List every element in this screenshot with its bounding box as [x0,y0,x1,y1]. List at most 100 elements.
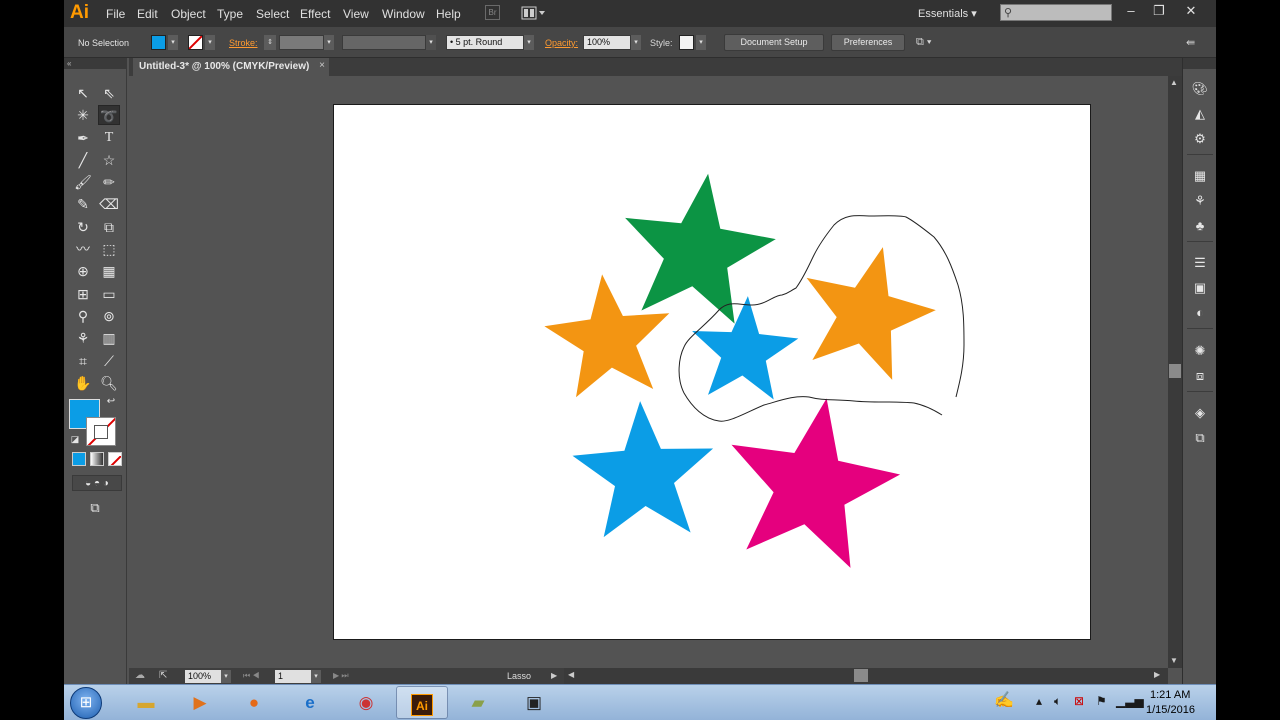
workspace-switcher[interactable]: Essentials ▾ [918,7,977,20]
close-window-button[interactable]: ✕ [1178,2,1204,20]
taskbar-recorder[interactable]: ▣ [508,686,560,719]
security-icon[interactable]: ⚑ [1096,694,1107,708]
drawing-modes-icon[interactable]: ◒ ◓ ◑ [72,475,122,491]
magenta-star[interactable] [731,398,901,568]
clock-date[interactable]: 1/15/2016 [1146,704,1195,716]
preferences-button[interactable]: Preferences [831,34,905,51]
pencil-tool-icon[interactable]: ✏ [98,172,120,192]
stroke-panel-icon[interactable]: ☰ [1190,253,1210,273]
scroll-up-icon[interactable]: ▲ [1170,78,1178,87]
panel-dock-collapse-bar[interactable] [1183,58,1216,69]
warp-tool-icon[interactable]: 〰 [72,239,94,259]
swatches-icon[interactable]: ▦ [1190,166,1210,186]
menu-select[interactable]: Select [256,7,289,21]
minimize-button[interactable]: – [1118,2,1144,20]
zoom-tool-icon[interactable]: 🔍︎ [98,373,120,393]
artboard-tool-icon[interactable]: ⌗ [72,351,94,371]
artboards-icon[interactable]: ⧉ [1190,428,1210,448]
taskbar-illustrator[interactable]: Ai [396,686,448,719]
style-dropdown[interactable]: ▾ [696,35,706,50]
symbol-sprayer-tool-icon[interactable]: ⚘ [72,328,94,348]
help-search-input[interactable]: ⚲ [1000,4,1112,21]
maximize-button[interactable]: ❐ [1146,2,1172,20]
scroll-left-icon[interactable]: ◀ [568,670,574,679]
signal-icon[interactable]: ▁▃▅ [1116,694,1144,708]
gradient-mode-button[interactable] [90,452,104,466]
vertical-scroll-thumb[interactable] [1169,364,1181,378]
paintbrush-tool-icon[interactable]: 🖌 [72,172,94,192]
blue-star-center[interactable] [692,296,799,400]
taskbar-explorer[interactable]: ▬ [120,686,172,719]
color-guide-icon[interactable]: 🎨︎ [1190,79,1210,99]
scale-tool-icon[interactable]: ⧉ [98,217,120,237]
type-tool-icon[interactable]: T [98,128,120,148]
first-artboard-icon[interactable]: ⏮ ◀ [243,671,260,681]
none-mode-button[interactable] [108,452,122,466]
menu-help[interactable]: Help [436,7,461,21]
graphic-styles-icon[interactable]: ⧈ [1190,366,1210,386]
taskbar-chrome[interactable]: ◉ [340,686,392,719]
arrange-documents-button[interactable] [521,6,547,20]
start-button[interactable]: ⊞ [70,687,102,719]
cloud-sync-icon[interactable]: ☁ [135,670,145,681]
artboard-number-field[interactable]: 1 [275,670,311,683]
stroke-dropdown[interactable]: ▾ [205,35,215,50]
artboard-dropdown[interactable]: ▾ [311,670,321,683]
network-error-icon[interactable]: ⊠ [1074,694,1084,708]
default-fill-stroke-icon[interactable]: ◪ [68,432,82,446]
transparency-icon[interactable]: ◐ [1190,303,1210,323]
status-menu-icon[interactable]: ▶ [551,671,557,680]
column-graph-tool-icon[interactable]: ▥ [98,328,120,348]
menu-file[interactable]: File [106,7,125,21]
menu-window[interactable]: Window [382,7,425,21]
opacity-dropdown[interactable]: ▾ [631,35,641,50]
clock-time[interactable]: 1:21 AM [1150,689,1190,701]
blue-star-bottom[interactable] [572,401,714,538]
canvas-area[interactable] [128,76,1168,668]
document-setup-button[interactable]: Document Setup [724,34,824,51]
hand-tool-icon[interactable]: ✋ [72,373,94,393]
fill-dropdown[interactable]: ▾ [168,35,178,50]
document-tab[interactable]: Untitled-3* @ 100% (CMYK/Preview) × [133,58,329,76]
brush-definition-field[interactable]: • 5 pt. Round [446,35,524,50]
green-star[interactable] [625,173,776,324]
taskbar-firefox[interactable]: ● [228,686,280,719]
opacity-label[interactable]: Opacity: [545,38,578,48]
recolor-icon[interactable]: ⚙ [1190,129,1210,149]
graphic-style-swatch[interactable] [679,35,694,50]
symbols-icon[interactable]: ♣ [1190,216,1210,236]
volume-icon[interactable]: 🔈︎ [1054,694,1061,709]
export-icon[interactable]: ⇱ [159,670,167,681]
line-segment-tool-icon[interactable]: ╱ [72,150,94,170]
star-tool-icon[interactable]: ☆ [98,150,120,170]
appearance-icon[interactable]: ✺ [1190,341,1210,361]
gradient-tool-icon[interactable]: ▭ [98,284,120,304]
profile-dropdown[interactable]: ▾ [426,35,436,50]
close-tab-icon[interactable]: × [319,60,325,71]
stroke-weight-stepper[interactable]: ⇕ [264,35,276,50]
orange-star-right[interactable] [806,247,936,380]
horizontal-scroll-thumb[interactable] [854,669,868,682]
opacity-field[interactable]: 100% [583,35,631,50]
taskbar-notes[interactable]: ▰ [452,686,504,719]
next-artboard-icon[interactable]: ▶ ⏭ [333,671,349,681]
mesh-tool-icon[interactable]: ⊞ [72,284,94,304]
bridge-button[interactable]: Br [485,5,500,20]
perspective-grid-tool-icon[interactable]: ▦ [98,261,120,281]
stroke-weight-field[interactable] [279,35,324,50]
taskbar-internet-explorer[interactable]: e [284,686,336,719]
menu-object[interactable]: Object [171,7,206,21]
isolate-icon[interactable]: ⧉ ▾ [916,36,932,49]
shape-builder-tool-icon[interactable]: ⊕ [72,261,94,281]
variable-width-profile[interactable] [342,35,426,50]
color-icon[interactable]: ◭ [1190,104,1210,124]
lasso-tool-icon[interactable]: ➰ [98,105,120,125]
zoom-level-field[interactable]: 100% [185,670,221,683]
horizontal-scrollbar[interactable]: ◀ ▶ [564,668,1168,684]
rotate-tool-icon[interactable]: ↻ [72,217,94,237]
gradient-panel-icon[interactable]: ▣ [1190,278,1210,298]
zoom-dropdown[interactable]: ▾ [221,670,231,683]
stroke-label[interactable]: Stroke: [229,38,258,48]
menu-view[interactable]: View [343,7,369,21]
magic-wand-tool-icon[interactable]: ✳ [72,105,94,125]
